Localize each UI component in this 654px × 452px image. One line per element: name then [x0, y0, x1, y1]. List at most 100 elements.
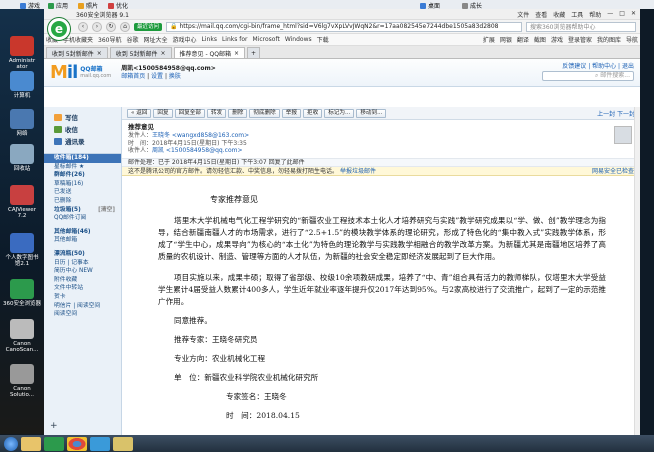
- report-button[interactable]: 举报: [281, 108, 301, 118]
- desktop-icon-cajviewer[interactable]: CAJViewer 7.2: [3, 185, 41, 219]
- bookmark-item[interactable]: Microsoft: [253, 36, 280, 43]
- desktop-icon-computer[interactable]: 计算机: [3, 71, 41, 99]
- toolbar-extensions[interactable]: 扩展: [483, 35, 495, 44]
- prev-next-links[interactable]: 上一封 下一封: [597, 109, 635, 118]
- maximize-icon[interactable]: □: [619, 10, 625, 19]
- folder-icon[interactable]: [21, 436, 41, 451]
- mark-as-dropdown[interactable]: 标记为...: [324, 108, 355, 118]
- bookmark-item[interactable]: Links for: [222, 36, 248, 43]
- move-to-dropdown[interactable]: 移动到...: [356, 108, 387, 118]
- tab-close-icon[interactable]: ×: [97, 50, 102, 57]
- bookmark-item[interactable]: Links: [202, 36, 217, 43]
- toolbar-games[interactable]: 游戏: [551, 35, 563, 44]
- desktop-icon-recycle[interactable]: 回收站: [3, 144, 41, 172]
- folder-item[interactable]: 其他邮箱(46): [44, 228, 121, 237]
- mail-search-input[interactable]: ⌕ 邮件搜索...: [542, 71, 634, 81]
- mail-from[interactable]: 王晓冬 <wangxd858@163.com>: [152, 132, 249, 139]
- folder-item[interactable]: 简历中心 NEW: [44, 267, 121, 276]
- wps-icon[interactable]: [90, 436, 110, 451]
- reply-all-button[interactable]: 回复全部: [174, 108, 205, 118]
- report-spam-link[interactable]: 举报垃圾邮件: [340, 168, 376, 175]
- folder-item[interactable]: 群邮件(26): [44, 171, 121, 180]
- forward-button[interactable]: 转发: [206, 108, 227, 118]
- toolbar-translate[interactable]: 翻译: [517, 35, 529, 44]
- forward-icon[interactable]: ›: [92, 21, 102, 32]
- contacts-button[interactable]: 通讯录: [44, 135, 121, 147]
- folder-item[interactable]: 草稿箱(16): [44, 180, 121, 189]
- folder-item[interactable]: 明信片 | 阅读空间: [44, 302, 121, 311]
- feedback-link[interactable]: 反馈建议: [562, 63, 586, 70]
- toolbar-nav[interactable]: 导航: [626, 35, 638, 44]
- folder-item[interactable]: 附件收藏: [44, 276, 121, 285]
- close-icon[interactable]: ✕: [631, 10, 636, 19]
- tab-close-icon[interactable]: ×: [234, 50, 239, 57]
- menu-favorites[interactable]: 收藏: [553, 10, 565, 19]
- new-tab-button[interactable]: +: [247, 47, 261, 58]
- toolbar-gallery[interactable]: 我的图库: [597, 35, 621, 44]
- menu-help[interactable]: 帮助: [589, 10, 601, 19]
- chrome-icon[interactable]: [67, 436, 87, 451]
- minimize-icon[interactable]: —: [607, 10, 613, 19]
- start-icon[interactable]: [4, 436, 18, 451]
- desktop-icon-network[interactable]: 网络: [3, 109, 41, 137]
- desktop-icon-admin[interactable]: Administr ator: [3, 36, 41, 70]
- back-icon[interactable]: ‹: [78, 21, 88, 32]
- receive-button[interactable]: 收信: [44, 123, 121, 135]
- toolbar-bank[interactable]: 网银: [500, 35, 512, 44]
- add-icon[interactable]: +: [50, 421, 58, 431]
- help-link[interactable]: 帮助中心: [592, 63, 616, 70]
- bookmark-item[interactable]: 网址大全: [144, 35, 168, 44]
- folder-item[interactable]: 已发送: [44, 188, 121, 197]
- back-button[interactable]: « 返回: [127, 108, 152, 118]
- reply-button[interactable]: 回复: [153, 108, 173, 118]
- bookmark-item[interactable]: 手机收藏夹: [63, 35, 93, 44]
- folder-item[interactable]: QQ邮件订阅: [44, 214, 121, 223]
- tab-close-icon[interactable]: ×: [161, 50, 166, 57]
- delete-button[interactable]: 删除: [228, 108, 248, 118]
- bookmark-item[interactable]: Windows: [285, 36, 312, 43]
- skin-link[interactable]: 换肤: [169, 73, 181, 80]
- browser-search-input[interactable]: 搜索360浏览器帮助中心: [526, 21, 636, 32]
- qqmail-task-icon[interactable]: [113, 436, 133, 451]
- folder-item[interactable]: 已删除: [44, 197, 121, 206]
- refresh-icon[interactable]: ↻: [106, 21, 116, 32]
- desktop-icon-canon-solution[interactable]: Canon Solutio...: [3, 364, 41, 398]
- desktop-icon-360[interactable]: 360安全浏览器: [3, 279, 41, 307]
- menu-file[interactable]: 文件: [517, 10, 529, 19]
- folder-item[interactable]: 星标邮件 ★: [44, 163, 121, 172]
- home-icon[interactable]: ⌂: [120, 21, 130, 32]
- tab-inbox-2[interactable]: 收到 5封新邮件 ×: [109, 47, 172, 58]
- folder-item[interactable]: 文件中转站: [44, 284, 121, 293]
- tab-inbox-1[interactable]: 收到 5封新邮件 ×: [46, 47, 108, 58]
- bookmark-item[interactable]: 360导航: [98, 35, 121, 44]
- reject-button[interactable]: 拒收: [302, 108, 323, 118]
- tab-recommend[interactable]: 推荐意见 - QQ邮箱 ×: [173, 47, 245, 58]
- bookmark-item[interactable]: 下载: [317, 35, 329, 44]
- recent-visits-badge[interactable]: 最近访问: [134, 22, 163, 31]
- settings-link[interactable]: 设置: [151, 73, 163, 80]
- mail-to[interactable]: 周凯 <1500584958@qq.com>: [152, 147, 242, 154]
- toolbar-login[interactable]: 登录管家: [568, 35, 592, 44]
- mailbox-home-link[interactable]: 邮箱首页: [121, 73, 145, 80]
- bookmark-item[interactable]: 游戏中心: [173, 35, 197, 44]
- menu-tools[interactable]: 工具: [571, 10, 583, 19]
- menu-view[interactable]: 查看: [535, 10, 547, 19]
- logout-link[interactable]: 退出: [622, 63, 634, 70]
- bookmark-item[interactable]: 谷歌: [126, 35, 138, 44]
- address-input[interactable]: 🔒 https://mail.qq.com/cgi-bin/frame_html?…: [166, 21, 522, 32]
- folder-item[interactable]: 其他邮箱: [44, 236, 121, 245]
- folder-item[interactable]: 贺卡: [44, 293, 121, 302]
- desktop-icon-canoscan[interactable]: Canon CanoScan...: [3, 319, 41, 353]
- folder-item[interactable]: 漂流瓶(50): [44, 250, 121, 259]
- folder-item[interactable]: 日历 | 记事本: [44, 259, 121, 268]
- compose-button[interactable]: 写信: [44, 111, 121, 123]
- folder-item[interactable]: 收件箱(184): [44, 154, 121, 163]
- tab-strip: 收到 5封新邮件 × 收到 5封新邮件 × 推荐意见 - QQ邮箱 × +: [44, 46, 640, 59]
- permanent-delete-button[interactable]: 彻底删除: [249, 108, 280, 118]
- toolbar-screenshot[interactable]: 截图: [534, 35, 546, 44]
- browser-360-icon[interactable]: [44, 436, 64, 451]
- folder-item[interactable]: 阅读空间: [44, 310, 121, 319]
- folder-item[interactable]: 垃圾箱(5) [清空]: [44, 206, 121, 215]
- desktop-icon-library[interactable]: 个人数字图书馆2.1: [3, 233, 41, 267]
- account-name[interactable]: 周凯<1500584958@qq.com>: [121, 65, 216, 73]
